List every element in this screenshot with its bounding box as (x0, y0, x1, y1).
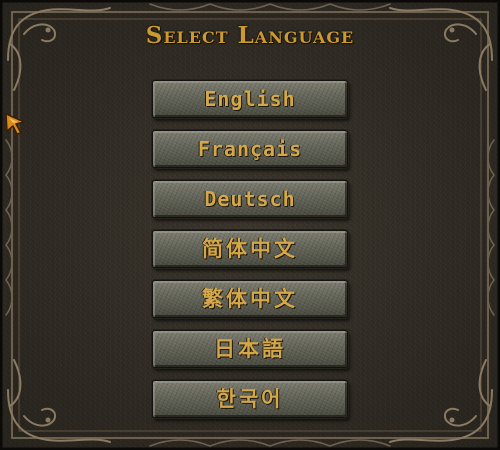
language-select-screen: Select Language English Français Deutsch… (0, 0, 500, 450)
language-button-label: 한국어 (216, 387, 284, 411)
language-button-label: 日本語 (214, 337, 286, 361)
language-button-french[interactable]: Français (152, 130, 348, 168)
language-button-label: English (204, 87, 296, 111)
language-button-traditional-chinese[interactable]: 繁体中文 (152, 280, 348, 318)
language-button-label: 繁体中文 (202, 287, 298, 311)
language-button-label: 简体中文 (202, 237, 298, 261)
arrow-cursor-icon (5, 113, 25, 135)
language-button-korean[interactable]: 한국어 (152, 380, 348, 418)
language-button-english[interactable]: English (152, 80, 348, 118)
language-button-label: Deutsch (204, 187, 296, 211)
language-button-german[interactable]: Deutsch (152, 180, 348, 218)
language-button-label: Français (197, 137, 303, 161)
language-button-japanese[interactable]: 日本語 (152, 330, 348, 368)
language-button-simplified-chinese[interactable]: 简体中文 (152, 230, 348, 268)
language-menu: English Français Deutsch 简体中文 繁体中文 日本語 한… (0, 0, 500, 450)
